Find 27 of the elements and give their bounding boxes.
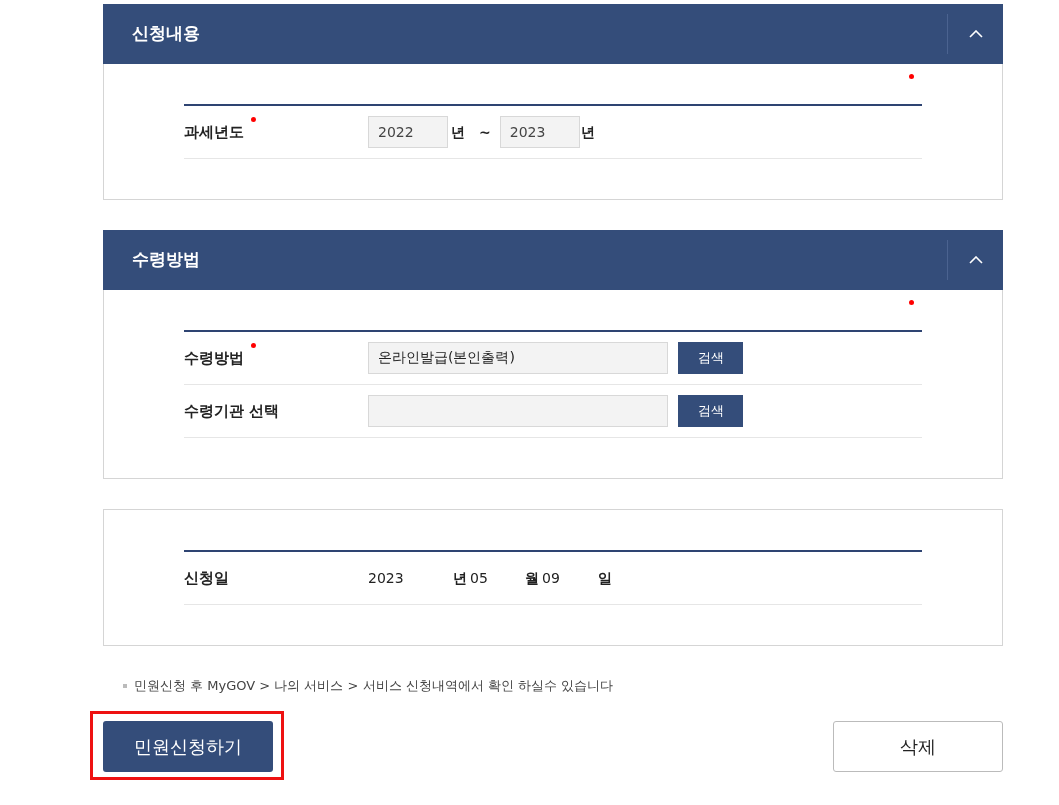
field-label: 과세년도	[184, 121, 244, 143]
unit-label: 년	[451, 122, 465, 142]
date-value: 09	[542, 568, 561, 588]
section-title: 수령방법	[131, 248, 200, 272]
delete-button[interactable]: 삭제	[833, 720, 1003, 772]
submit-button[interactable]: 민원신청하기	[103, 720, 273, 772]
date-unit: 월	[525, 568, 540, 588]
date-unit: 일	[598, 568, 612, 588]
section-title: 신청내용	[131, 22, 200, 46]
field-label: 신청일	[184, 567, 229, 589]
date-value: 05	[470, 568, 489, 588]
date-value: 2023	[368, 568, 405, 588]
chevron-up-icon	[968, 256, 983, 264]
field-label: 수령방법	[184, 347, 244, 369]
text-input[interactable]	[368, 395, 668, 427]
year-input[interactable]: 2023	[499, 116, 580, 148]
date-unit: 년	[453, 568, 468, 588]
chevron-up-icon	[968, 30, 983, 38]
search-button[interactable]: 검색	[678, 395, 743, 427]
text-input[interactable]: 온라인발급(본인출력)	[368, 342, 668, 374]
year-input[interactable]: 2022	[368, 116, 448, 148]
unit-label: 년	[580, 122, 595, 142]
field-label: 수령기관 선택	[184, 400, 280, 422]
bullet-icon	[123, 683, 127, 688]
range-separator: ~	[479, 122, 491, 142]
search-button[interactable]: 검색	[678, 342, 743, 374]
info-note: 민원신청 후 MyGOV > 나의 서비스 > 서비스 신청내역에서 확인 하실수 있습니다	[134, 677, 614, 695]
